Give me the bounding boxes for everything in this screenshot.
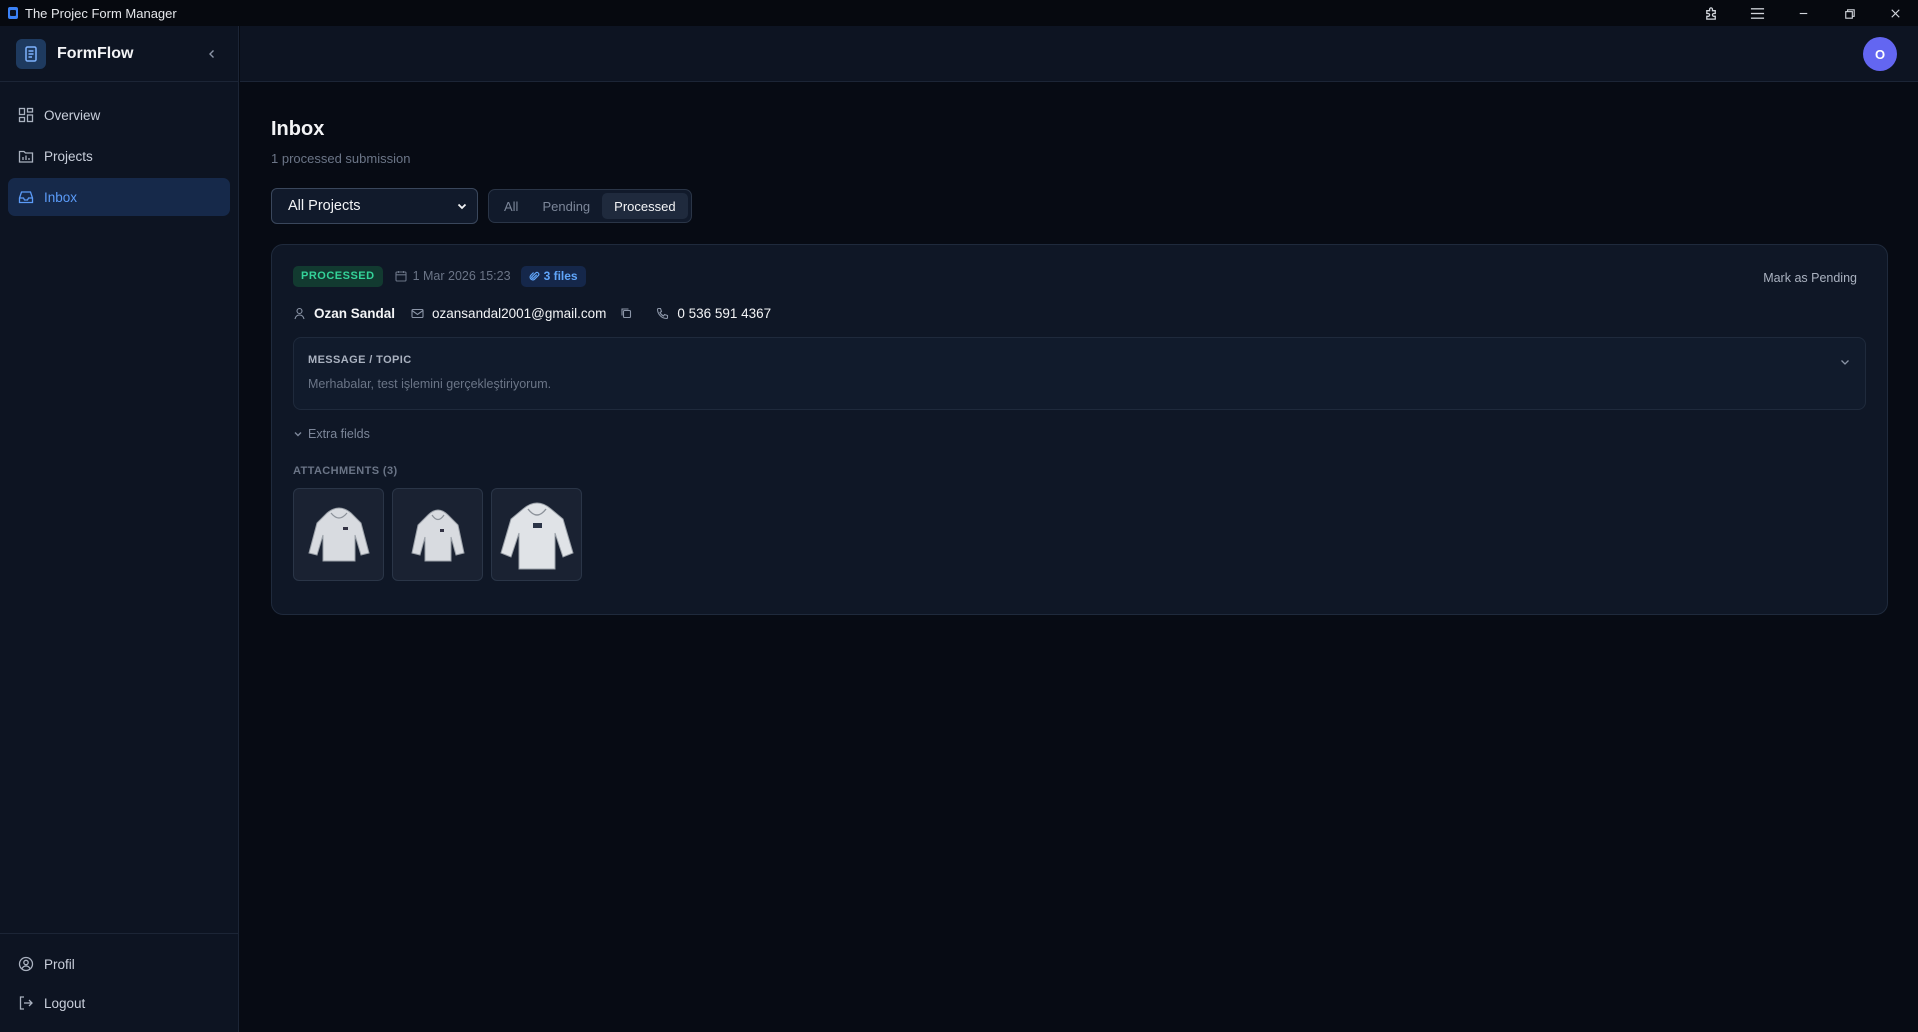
sidebar-item-label: Projects [44,148,93,164]
sidebar: FormFlow Overview Projects Inbox Profil … [0,26,239,1032]
sidebar-item-projects[interactable]: Projects [8,137,230,175]
submission-date-text: 1 Mar 2026 15:23 [412,269,511,283]
avatar[interactable]: O [1863,37,1897,71]
main-content: Inbox 1 processed submission All Project… [240,82,1918,1032]
sidebar-nav: Overview Projects Inbox [0,82,238,233]
window-titlebar: The Projec Form Manager [0,0,1918,26]
sidebar-item-label: Inbox [44,189,78,205]
extra-fields-label: Extra fields [308,427,370,441]
message-text: Merhabalar, test işlemini gerçekleştiriy… [308,377,552,391]
mark-as-pending-button[interactable]: Mark as Pending [1763,271,1857,285]
paperclip-icon [529,271,539,280]
calendar-icon [395,271,407,282]
project-select[interactable]: All Projects [271,188,478,224]
brand-name: FormFlow [57,44,134,62]
chevron-left-icon [209,49,214,58]
chevron-down-icon [1841,360,1849,365]
copy-email-button[interactable] [620,307,632,319]
brand-header: FormFlow [0,26,238,82]
sidebar-footer: Profil Logout [0,933,238,1032]
contact-email-text: ozansandal2001@gmail.com [432,305,607,321]
page-title: Inbox [271,118,325,140]
submission-date: 1 Mar 2026 15:23 [395,269,511,283]
menu-button[interactable] [1734,0,1780,26]
hoodie-image [307,507,370,561]
contact-phone-text: 0 536 591 4367 [677,305,772,321]
chevron-down-icon [457,203,467,210]
message-panel[interactable]: MESSAGE / TOPIC Merhabalar, test işlemin… [293,337,1866,410]
attachment-thumbnail[interactable] [491,488,582,581]
logout-icon [19,996,33,1010]
puzzle-icon [1705,6,1716,20]
sidebar-item-label: Logout [44,995,86,1011]
chart-folder-icon [18,150,34,163]
mail-icon [411,308,424,318]
files-badge-text: 3 files [543,269,578,283]
hamburger-icon [1750,7,1764,19]
status-badge: PROCESSED [293,265,383,287]
grid-icon [18,107,34,123]
sidebar-item-logout[interactable]: Logout [8,985,230,1021]
chevron-down-icon [294,432,302,437]
message-label: MESSAGE / TOPIC [308,354,412,366]
sidebar-item-profil[interactable]: Profil [8,946,230,982]
submission-meta: PROCESSED 1 Mar 2026 15:23 3 files [293,265,1866,287]
status-filter-tabs: All Pending Processed [488,189,692,223]
collapse-sidebar-button[interactable] [202,44,222,64]
tab-processed[interactable]: Processed [602,193,688,219]
sidebar-item-inbox[interactable]: Inbox [8,178,230,216]
files-badge: 3 files [520,265,586,287]
contact-name: Ozan Sandal [293,306,395,321]
close-icon [1890,8,1900,18]
copy-icon [621,308,632,319]
user-icon [294,307,305,319]
minimize-icon [1799,12,1807,14]
inbox-icon [18,191,34,204]
user-circle-icon [18,956,34,972]
page-subtitle: 1 processed submission [271,151,411,166]
extensions-button[interactable] [1688,0,1734,26]
top-bar: O [240,26,1918,82]
submission-card: PROCESSED 1 Mar 2026 15:23 3 files Mark … [271,244,1888,615]
project-select-value: All Projects [288,198,361,214]
sidebar-item-label: Profil [44,956,75,972]
restore-icon [1844,8,1855,19]
contact-info: Ozan Sandal ozansandal2001@gmail.com 0 5… [293,303,1866,323]
sidebar-item-label: Overview [44,107,101,123]
attachment-thumbnail[interactable] [293,488,384,581]
close-button[interactable] [1872,0,1918,26]
hoodie-image [410,509,465,561]
minimize-button[interactable] [1780,0,1826,26]
filters-bar: All Projects All Pending Processed [271,188,1888,224]
restore-button[interactable] [1826,0,1872,26]
sidebar-item-overview[interactable]: Overview [8,96,230,134]
phone-icon [657,307,669,319]
contact-name-text: Ozan Sandal [314,305,396,321]
window-title: The Projec Form Manager [25,5,177,21]
extra-fields-toggle[interactable]: Extra fields [293,427,1866,441]
app-icon [8,7,18,19]
tab-all[interactable]: All [492,193,530,219]
formflow-logo-icon [16,38,46,69]
attachments-label: ATTACHMENTS (3) [293,465,398,477]
attachments-list [293,488,1866,581]
tab-pending[interactable]: Pending [530,193,602,219]
attachment-thumbnail[interactable] [392,488,483,581]
contact-phone: 0 536 591 4367 [656,306,771,321]
contact-email: ozansandal2001@gmail.com [411,306,606,321]
hoodie-image [499,502,574,569]
